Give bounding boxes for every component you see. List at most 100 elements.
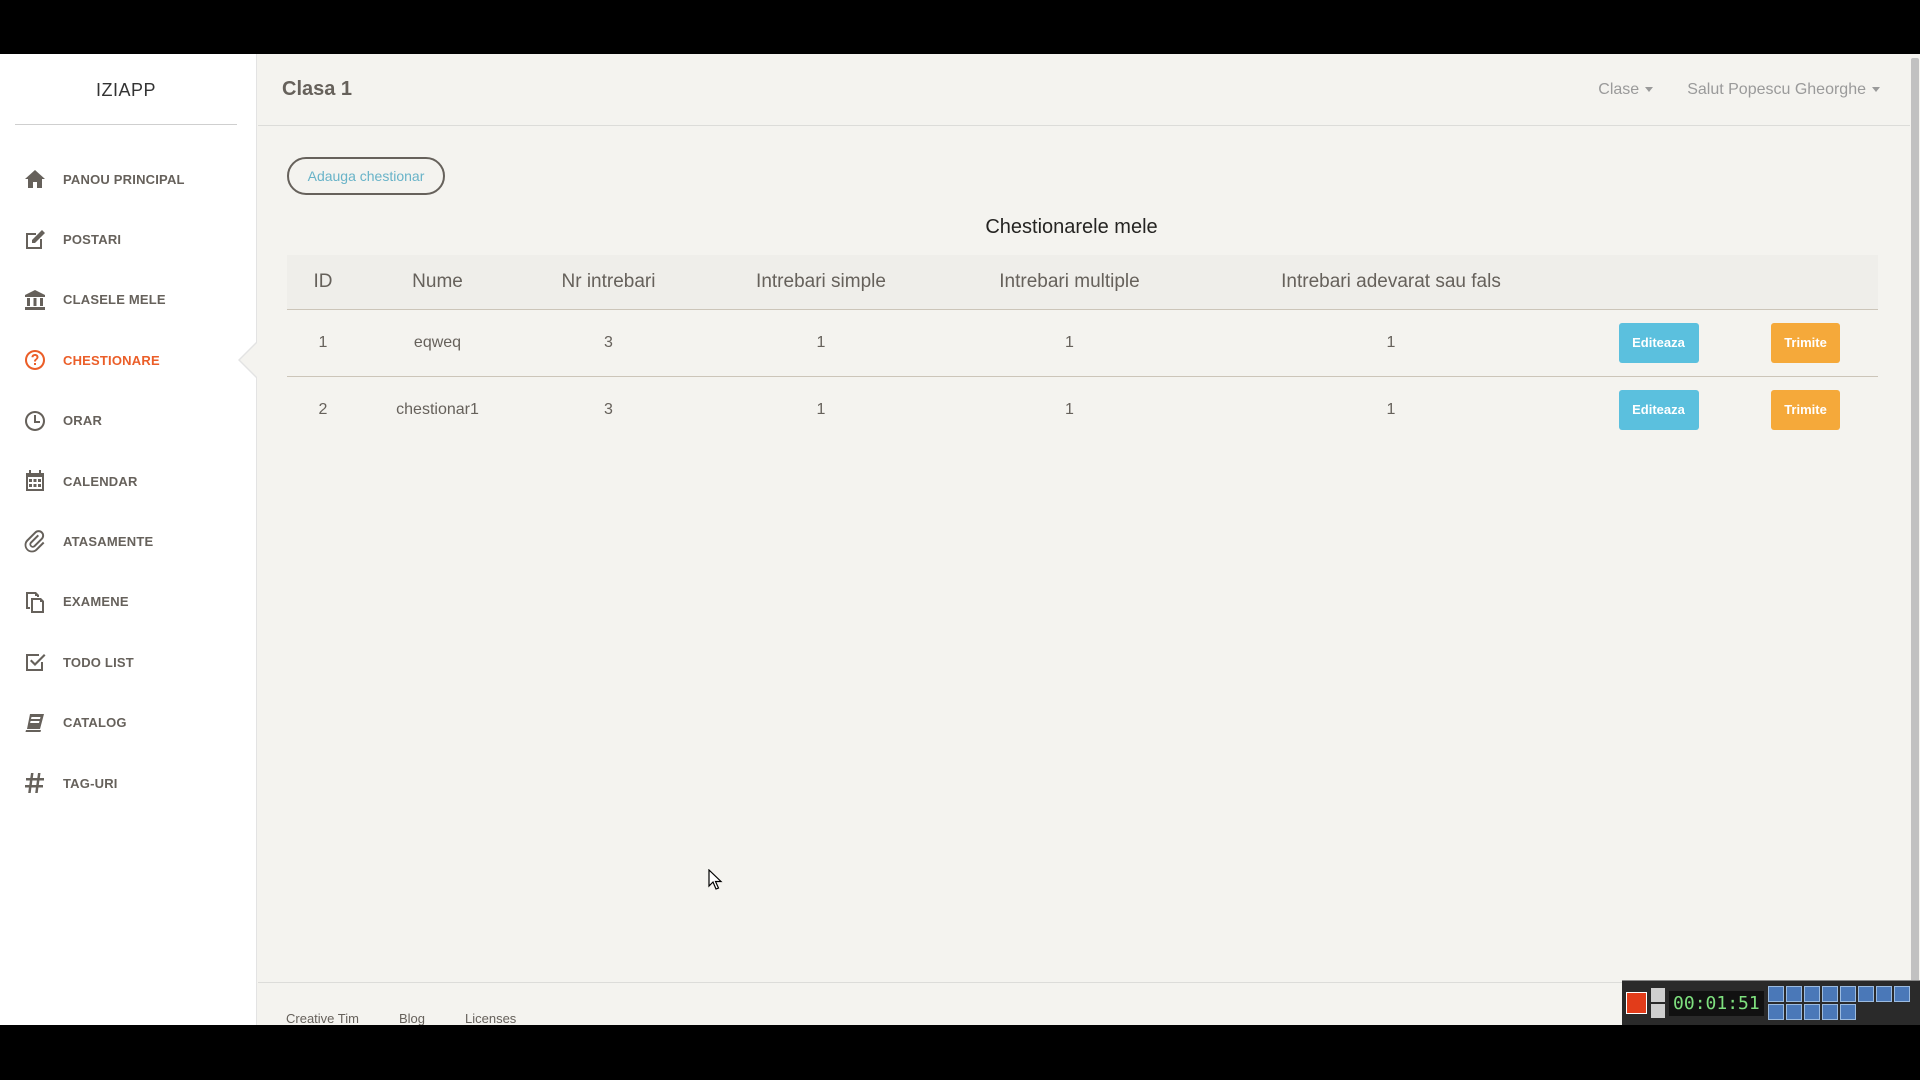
cell-send: Trimite <box>1733 376 1878 443</box>
checkbox-icon <box>22 649 48 675</box>
audio-level-icon <box>1785 986 1802 1002</box>
cell-edit: Editeaza <box>1584 309 1733 376</box>
recording-timer: 00:01:51 <box>1669 990 1764 1016</box>
sidebar-item-examene[interactable]: EXAMENE <box>0 572 256 632</box>
cell-multiple: 1 <box>1065 333 1074 351</box>
fullscreen-icon[interactable] <box>1803 1004 1820 1020</box>
top-menu: Clase Salut Popescu Gheorghe <box>1598 81 1880 99</box>
brand-logo[interactable]: IZIAPP <box>15 54 237 125</box>
cell-id: 1 <box>318 333 328 351</box>
sidebar-item-tag-uri[interactable]: TAG-URI <box>0 753 256 813</box>
app-window: IZIAPP PANOU PRINCIPAL POSTARI CLASELE M… <box>0 54 1920 1025</box>
edit-button[interactable]: Editeaza <box>1618 389 1699 430</box>
recorder-tray: 00:01:51 <box>1622 980 1920 1025</box>
classes-dropdown-label: Clase <box>1598 80 1640 98</box>
user-dropdown-label: Salut Popescu Gheorghe <box>1687 80 1866 98</box>
paperclip-icon <box>22 529 48 555</box>
table-row: 2 chestionar1 3 1 1 1 Editeaza Trimite <box>287 376 1878 443</box>
sidebar-item-label: POSTARI <box>63 232 122 248</box>
sidebar-item-label: CALENDAR <box>63 473 138 489</box>
cell-edit: Editeaza <box>1584 376 1733 443</box>
footer-link-licenses[interactable]: Licenses <box>465 1011 516 1025</box>
sidebar-item-todo-list[interactable]: TODO LIST <box>0 632 256 692</box>
column-header-send <box>1733 255 1878 309</box>
sidebar-item-label: TODO LIST <box>63 654 134 670</box>
cell-simple: 1 <box>816 333 826 351</box>
microphone-icon[interactable] <box>1893 986 1910 1002</box>
sidebar-item-label: ATASAMENTE <box>63 534 154 550</box>
page-scrollbar[interactable] <box>1910 54 1920 1025</box>
question-circle-icon <box>22 347 48 373</box>
recorder-toolbar <box>1767 986 1920 1020</box>
column-header-truefalse: Intrebari adevarat sau fals <box>1281 270 1501 292</box>
table-title: Chestionarele mele <box>985 216 1158 238</box>
sidebar-item-chestionare[interactable]: CHESTIONARE <box>0 330 256 390</box>
cell-multiple: 1 <box>1065 400 1074 418</box>
send-button[interactable]: Trimite <box>1771 389 1840 430</box>
column-header-multiple: Intrebari multiple <box>999 270 1140 292</box>
settings-icon[interactable] <box>1839 986 1856 1002</box>
footer-links: Creative Tim Blog Licenses <box>286 1011 516 1025</box>
sidebar-item-label: CATALOG <box>63 715 127 731</box>
webcam-icon[interactable] <box>1803 986 1820 1002</box>
screen: IZIAPP PANOU PRINCIPAL POSTARI CLASELE M… <box>0 0 1920 1080</box>
scrollbar-thumb[interactable] <box>1911 58 1919 1018</box>
pause-icon[interactable] <box>1651 1004 1666 1018</box>
chevron-down-icon <box>1645 87 1654 92</box>
sidebar-item-label: CHESTIONARE <box>63 352 160 368</box>
files-icon <box>22 589 48 615</box>
footer-link-blog[interactable]: Blog <box>399 1011 425 1025</box>
user-dropdown[interactable]: Salut Popescu Gheorghe <box>1687 81 1880 99</box>
close-icon[interactable] <box>1875 986 1892 1002</box>
cell-truefalse: 1 <box>1386 400 1396 418</box>
recorder-controls <box>1651 988 1666 1018</box>
mouse-cursor-icon <box>708 869 723 890</box>
bank-icon <box>22 287 48 313</box>
home-icon <box>22 166 48 192</box>
clock-icon <box>22 408 48 434</box>
classes-dropdown[interactable]: Clase <box>1598 80 1654 99</box>
column-header-id: ID <box>313 270 333 292</box>
cell-total: 3 <box>604 400 613 418</box>
sidebar-item-clasele-mele[interactable]: CLASELE MELE <box>0 270 256 330</box>
sidebar-item-label: ORAR <box>63 413 103 429</box>
sidebar-item-label: CLASELE MELE <box>63 292 166 308</box>
column-header-simple: Intrebari simple <box>756 270 886 292</box>
volume-icon[interactable] <box>1767 986 1784 1002</box>
region-icon[interactable] <box>1785 1004 1802 1020</box>
calendar-icon <box>22 468 48 494</box>
alarm-icon[interactable] <box>1651 988 1666 1002</box>
sidebar-item-panou-principal[interactable]: PANOU PRINCIPAL <box>0 149 256 209</box>
add-questionnaire-button[interactable]: Adauga chestionar <box>287 157 445 195</box>
main-content: Adauga chestionar Chestionarele mele ID … <box>258 127 1910 957</box>
record-stop-button[interactable] <box>1626 992 1648 1014</box>
cell-name: eqweq <box>413 333 462 351</box>
draw-icon[interactable] <box>1857 986 1874 1002</box>
sidebar-item-atasamente[interactable]: ATASAMENTE <box>0 511 256 571</box>
monitor-icon[interactable] <box>1839 1004 1856 1020</box>
mic-level-icon <box>1767 1004 1784 1020</box>
cell-send: Trimite <box>1733 309 1878 376</box>
send-button[interactable]: Trimite <box>1771 322 1840 363</box>
sidebar-item-label: TAG-URI <box>63 775 118 791</box>
cell-truefalse: 1 <box>1386 333 1396 351</box>
top-navbar: Clasa 1 Clase Salut Popescu Gheorghe <box>258 54 1910 126</box>
window-icon[interactable] <box>1821 1004 1838 1020</box>
edit-button[interactable]: Editeaza <box>1618 322 1699 363</box>
footer-link-creative-tim[interactable]: Creative Tim <box>286 1011 359 1025</box>
column-header-edit <box>1584 255 1733 309</box>
sidebar-item-calendar[interactable]: CALENDAR <box>0 451 256 511</box>
sidebar-nav: PANOU PRINCIPAL POSTARI CLASELE MELE CHE… <box>0 149 256 813</box>
sidebar-item-postari[interactable]: POSTARI <box>0 209 256 269</box>
questionnaires-table: ID Nume Nr intrebari Intrebari simple In… <box>287 255 1878 443</box>
folder-icon[interactable] <box>1821 986 1838 1002</box>
sidebar-item-label: EXAMENE <box>63 594 129 610</box>
hashtag-icon <box>22 770 48 796</box>
table-header-row: ID Nume Nr intrebari Intrebari simple In… <box>287 255 1878 309</box>
sidebar-item-orar[interactable]: ORAR <box>0 391 256 451</box>
chevron-down-icon <box>1872 87 1880 92</box>
table-row: 1 eqweq 3 1 1 1 Editeaza Trimite <box>287 309 1878 376</box>
edit-icon <box>22 227 48 253</box>
sidebar-item-catalog[interactable]: CATALOG <box>0 693 256 753</box>
sidebar-item-label: PANOU PRINCIPAL <box>63 171 185 187</box>
